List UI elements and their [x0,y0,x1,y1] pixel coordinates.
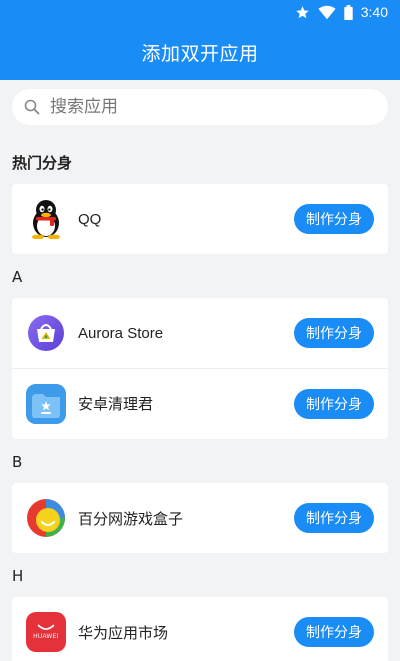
section-title-a: A [12,268,23,286]
search-icon [24,99,40,115]
battery-icon [344,4,353,20]
qq-penguin-icon [26,199,66,239]
list-item[interactable]: HUAWEI 华为应用市场 制作分身 [12,597,388,661]
section-card-hot: QQ 制作分身 [12,184,388,254]
list-item[interactable]: 安卓清理君 制作分身 [12,368,388,438]
section-card-h: HUAWEI 华为应用市场 制作分身 [12,597,388,661]
page-title: 添加双开应用 [141,42,259,65]
huawei-appgallery-icon: HUAWEI [26,612,66,652]
section-card-a: Aurora Store 制作分身 安卓清理君 制作分身 [12,298,388,439]
game-box-icon [26,498,66,538]
make-clone-button[interactable]: 制作分身 [294,503,374,533]
section-card-b: 百分网游戏盒子 制作分身 [12,483,388,553]
search-input[interactable] [50,97,370,117]
list-item[interactable]: 百分网游戏盒子 制作分身 [12,483,388,553]
aurora-store-icon [26,313,66,353]
wifi-icon [318,5,336,19]
section-title-b: B [12,453,23,471]
app-bar: 添加双开应用 [0,24,400,80]
cleaner-icon [26,383,66,424]
make-clone-button[interactable]: 制作分身 [294,318,374,348]
make-clone-button[interactable]: 制作分身 [294,389,374,419]
status-time: 3:40 [360,4,388,20]
make-clone-button[interactable]: 制作分身 [294,617,374,647]
status-bar: 3:40 [0,0,400,24]
star-icon [296,5,309,18]
make-clone-button[interactable]: 制作分身 [294,204,374,234]
huawei-logo-text: HUAWEI [33,634,59,640]
status-icons: 3:40 [295,3,388,21]
section-title-hot: 热门分身 [12,154,73,172]
section-title-h: H [12,567,24,585]
list-item[interactable]: QQ 制作分身 [12,184,388,254]
list-item[interactable]: Aurora Store 制作分身 [12,298,388,368]
search-box[interactable] [12,89,388,125]
